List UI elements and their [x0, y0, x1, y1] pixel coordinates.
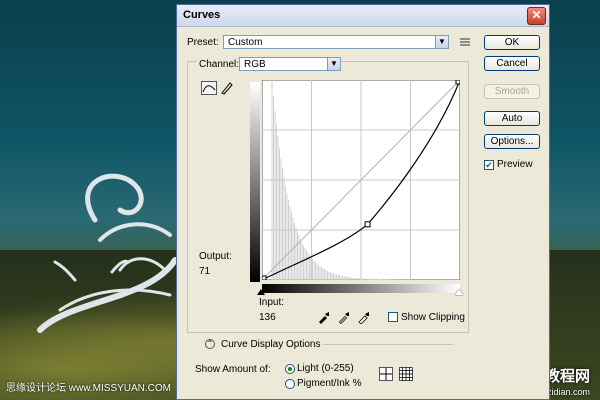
- light-radio-label: Light (0-255): [297, 363, 354, 374]
- black-point-slider[interactable]: [257, 289, 265, 295]
- chevron-down-icon: ▼: [435, 36, 448, 48]
- curve-point-end[interactable]: [455, 80, 460, 85]
- detailed-grid-icon[interactable]: [399, 367, 413, 381]
- pigment-radio-label: Pigment/Ink %: [297, 378, 362, 389]
- pencil-icon[interactable]: [219, 81, 235, 95]
- channel-select[interactable]: RGB ▼: [239, 57, 341, 71]
- channel-label: Channel:: [197, 59, 242, 70]
- preview-checkbox[interactable]: ✔: [484, 160, 494, 170]
- light-radio[interactable]: [285, 364, 295, 374]
- curves-dialog: Curves ✕ Preset: Custom ▼ OK Cancel Smoo…: [176, 4, 550, 400]
- curve-point-selected[interactable]: [364, 221, 371, 228]
- ok-button[interactable]: OK: [484, 35, 540, 50]
- collapse-toggle[interactable]: ⌃: [205, 339, 215, 349]
- smooth-button[interactable]: Smooth: [484, 84, 540, 99]
- output-value: 71: [199, 266, 211, 277]
- curve-graph[interactable]: [262, 80, 460, 280]
- show-amount-label: Show Amount of:: [195, 364, 271, 375]
- auto-button[interactable]: Auto: [484, 111, 540, 126]
- curve-display-options-label: Curve Display Options: [221, 339, 321, 350]
- gray-eyedropper-icon[interactable]: [337, 310, 351, 325]
- preset-label: Preset:: [187, 37, 219, 48]
- input-label: Input:: [259, 297, 285, 308]
- output-gradient: [250, 82, 260, 282]
- options-button[interactable]: Options...: [484, 134, 540, 149]
- watermark-left: 思缘设计论坛 www.MISSYUAN.COM: [6, 383, 172, 394]
- preset-value: Custom: [228, 37, 263, 48]
- input-value: 136: [259, 312, 276, 323]
- input-gradient: [262, 284, 460, 293]
- show-clipping-label: Show Clipping: [401, 312, 465, 323]
- preview-label: Preview: [497, 159, 533, 170]
- chevron-down-icon: ▼: [327, 58, 340, 70]
- black-eyedropper-icon[interactable]: [317, 310, 331, 324]
- cancel-button[interactable]: Cancel: [484, 56, 540, 71]
- curve-point-start[interactable]: [262, 275, 267, 280]
- output-label: Output:: [199, 251, 232, 262]
- preset-options-icon[interactable]: [459, 36, 471, 48]
- close-button[interactable]: ✕: [527, 7, 546, 25]
- white-point-slider[interactable]: [455, 289, 463, 295]
- curve-point-tool[interactable]: [201, 81, 217, 95]
- show-clipping-checkbox[interactable]: [388, 312, 398, 322]
- channel-value: RGB: [244, 59, 266, 70]
- simple-grid-icon[interactable]: [379, 367, 393, 381]
- section-divider: [323, 344, 453, 345]
- pigment-radio[interactable]: [285, 379, 295, 389]
- dialog-title: Curves: [183, 9, 221, 21]
- title-bar: Curves ✕: [177, 5, 549, 27]
- white-eyedropper-icon[interactable]: [357, 310, 371, 325]
- preset-select[interactable]: Custom ▼: [223, 35, 449, 49]
